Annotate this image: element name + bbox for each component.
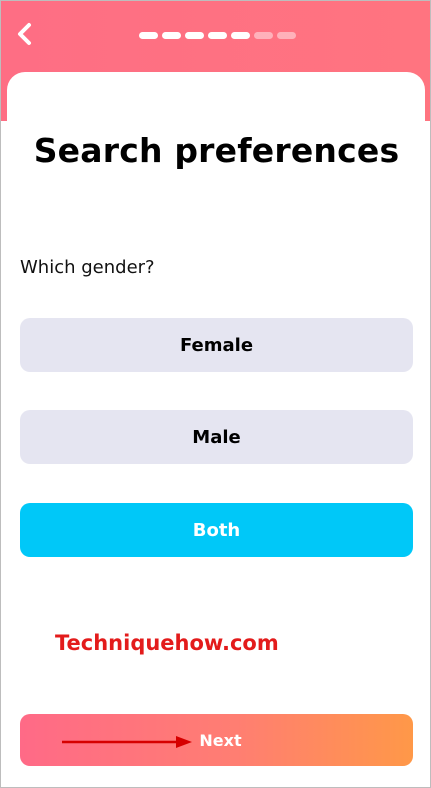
progress-segment (277, 32, 296, 39)
progress-segment (231, 32, 250, 39)
page-title: Search preferences (33, 131, 400, 170)
red-arrow-icon (62, 734, 192, 753)
progress-segment (185, 32, 204, 39)
progress-segment (208, 32, 227, 39)
watermark-text: Techniquehow.com (55, 631, 279, 655)
progress-segment (162, 32, 181, 39)
next-button-label: Next (199, 730, 242, 750)
option-female-button[interactable]: Female (20, 318, 413, 372)
gender-question: Which gender? (20, 257, 155, 278)
progress-segment (254, 32, 273, 39)
option-male-button[interactable]: Male (20, 410, 413, 464)
progress-segment (139, 32, 158, 39)
app-screen: Search preferences Which gender? Female … (0, 0, 431, 788)
next-button[interactable]: Next (20, 714, 413, 766)
chevron-left-icon (15, 22, 33, 50)
back-button[interactable] (15, 19, 55, 53)
progress-indicator (139, 32, 296, 39)
option-both-button[interactable]: Both (20, 503, 413, 557)
